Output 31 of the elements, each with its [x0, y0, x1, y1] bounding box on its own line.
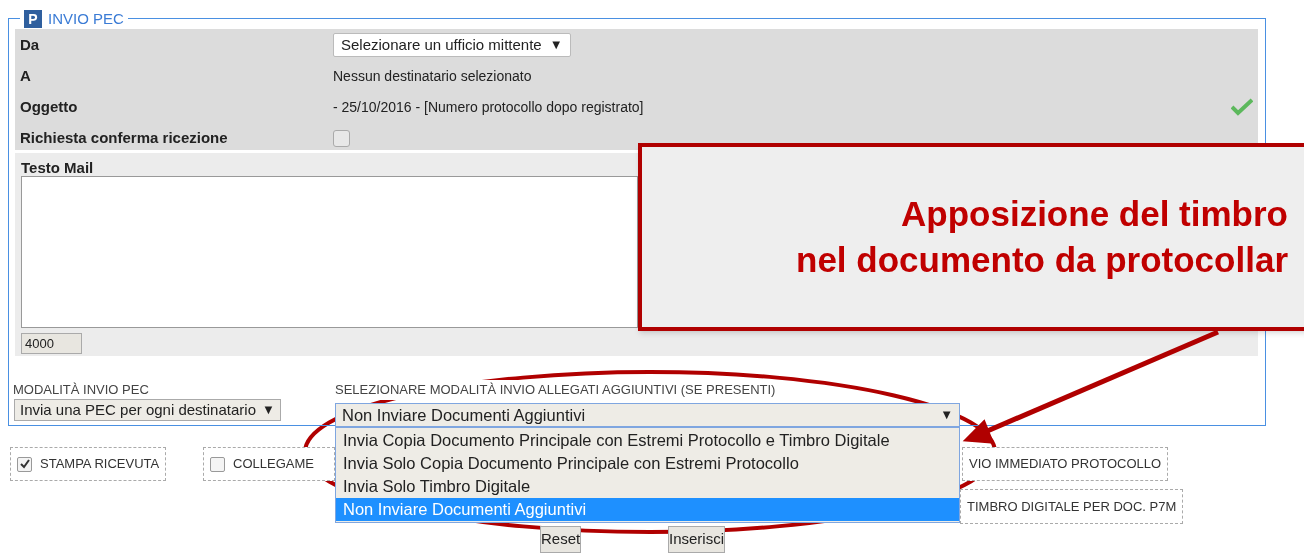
mail-label: Testo Mail — [21, 158, 94, 178]
option-label: TIMBRO DIGITALE PER DOC. P7M — [967, 497, 1177, 516]
dropdown-option[interactable]: Invia Copia Documento Principale con Estremi Protocollo e Timbro Digitale — [336, 429, 959, 452]
character-counter: 4000 — [21, 333, 82, 354]
insert-button[interactable]: Inserisci — [668, 526, 725, 553]
field-label: Da — [20, 34, 41, 55]
callout-text: Apposizione del timbro — [901, 193, 1288, 235]
reset-button[interactable]: Reset — [540, 526, 582, 553]
field-value: - 25/10/2016 - [Numero protocollo dopo registrato] — [333, 97, 644, 117]
send-mode-label: MODALITÀ INVIO PEC — [13, 381, 149, 399]
caret-icon: ▼ — [262, 400, 275, 420]
option-label: COLLEGAME — [233, 455, 314, 474]
caret-icon: ▼ — [549, 35, 563, 55]
checkbox[interactable] — [210, 456, 225, 472]
section-title: INVIO PEC — [48, 9, 124, 29]
dropdown-option[interactable]: Invia Solo Timbro Digitale — [336, 475, 959, 498]
checkbox[interactable] — [17, 456, 32, 472]
sender-select[interactable]: Selezionare un ufficio mittente ▼ — [333, 33, 571, 57]
field-label: Richiesta conferma ricezione — [20, 127, 229, 148]
field-label: Oggetto — [20, 96, 79, 117]
send-mode-select[interactable]: Invia una PEC per ogni destinatario ▼ — [14, 399, 281, 421]
section-badge: P — [24, 10, 42, 29]
attachments-mode-label: SELEZIONARE MODALITÀ INVIO ALLEGATI AGGIUNTIVI (SE PRESENTI) — [335, 380, 776, 400]
field-label: A — [20, 65, 32, 86]
callout-text: nel documento da protocollar — [796, 239, 1288, 281]
field-value: Nessun destinatario selezionato — [333, 66, 532, 86]
caret-icon: ▼ — [940, 405, 953, 425]
dropdown-option[interactable]: Invia Solo Copia Documento Principale con Estremi Protocollo — [336, 452, 959, 475]
option-label: STAMPA RICEVUTA — [40, 455, 160, 474]
attachments-mode-select[interactable]: Non Inviare Documenti Aggiuntivi ▼ — [335, 403, 960, 427]
option-label: VIO IMMEDIATO PROTOCOLLO — [969, 455, 1162, 474]
